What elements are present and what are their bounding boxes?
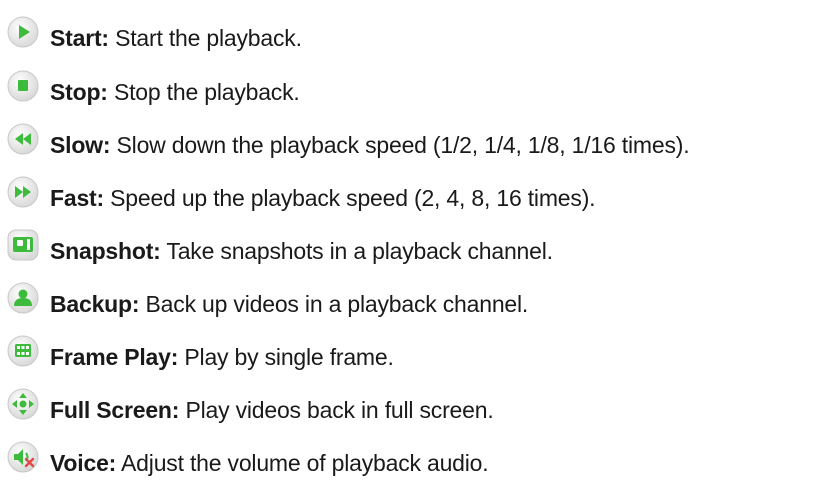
item-term: Stop: [50, 79, 108, 105]
playback-controls-list: Start: Start the playback. Stop: Stop th… [0, 0, 823, 488]
list-item-slow: Slow: Slow down the playback speed (1/2,… [6, 123, 690, 165]
item-description: Stop the playback. [107, 79, 300, 105]
list-item-text: Fast: Speed up the playback speed (2, 4,… [50, 183, 596, 213]
item-term: Slow: [50, 132, 111, 158]
backup-icon [7, 282, 39, 314]
snapshot-icon [7, 229, 39, 261]
play-icon [7, 16, 39, 48]
list-item-start: Start: Start the playback. [6, 16, 302, 58]
list-item-text: Slow: Slow down the playback speed (1/2,… [50, 130, 690, 160]
list-item-snapshot: Snapshot: Take snapshots in a playback c… [6, 229, 553, 271]
item-description: Play videos back in full screen. [179, 397, 494, 423]
list-item-voice: Voice: Adjust the volume of playback aud… [6, 441, 489, 483]
list-item-frame-play: Frame Play: Play by single frame. [6, 335, 394, 377]
rewind-icon [7, 123, 39, 155]
full-screen-icon [7, 388, 39, 420]
frame-play-icon [7, 335, 39, 367]
list-item-fast: Fast: Speed up the playback speed (2, 4,… [6, 176, 596, 218]
list-item-text: Frame Play: Play by single frame. [50, 342, 394, 372]
item-description: Play by single frame. [178, 344, 394, 370]
list-item-text: Voice: Adjust the volume of playback aud… [50, 448, 489, 478]
stop-icon [7, 70, 39, 102]
item-term: Backup: [50, 291, 140, 317]
item-term: Fast: [50, 185, 104, 211]
list-item-text: Stop: Stop the playback. [50, 77, 300, 107]
list-item-text: Snapshot: Take snapshots in a playback c… [50, 236, 553, 266]
item-term: Snapshot: [50, 238, 161, 264]
item-term: Full Screen: [50, 397, 180, 423]
list-item-text: Start: Start the playback. [50, 23, 302, 53]
item-term: Start: [50, 25, 109, 51]
list-item-full-screen: Full Screen: Play videos back in full sc… [6, 388, 494, 430]
list-item-backup: Backup: Back up videos in a playback cha… [6, 282, 528, 324]
list-item-stop: Stop: Stop the playback. [6, 70, 300, 112]
item-term: Frame Play: [50, 344, 179, 370]
item-description: Back up videos in a playback channel. [139, 291, 529, 317]
list-item-text: Full Screen: Play videos back in full sc… [50, 395, 494, 425]
voice-mute-icon [7, 441, 39, 473]
item-description: Slow down the playback speed (1/2, 1/4, … [110, 132, 690, 158]
item-description: Adjust the volume of playback audio. [116, 450, 489, 476]
item-term: Voice: [50, 450, 117, 476]
item-description: Start the playback. [108, 25, 302, 51]
fast-forward-icon [7, 176, 39, 208]
item-description: Speed up the playback speed (2, 4, 8, 16… [103, 185, 596, 211]
item-description: Take snapshots in a playback channel. [160, 238, 553, 264]
list-item-text: Backup: Back up videos in a playback cha… [50, 289, 528, 319]
